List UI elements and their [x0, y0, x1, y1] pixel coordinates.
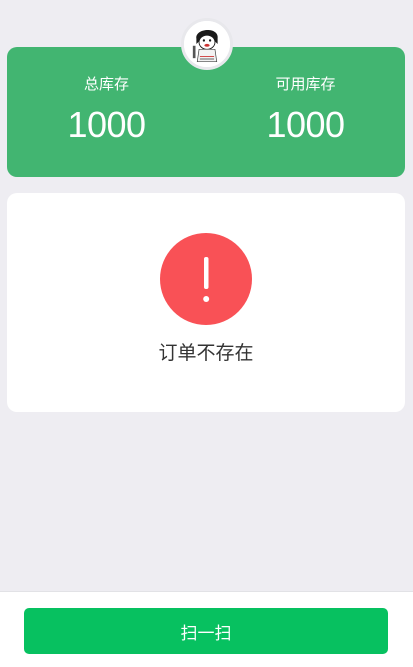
bottom-bar: 扫一扫 — [0, 591, 413, 667]
avatar-cartoon-icon — [184, 21, 230, 67]
result-message: 订单不存在 — [158, 342, 254, 364]
available-stock-value: 1000 — [266, 104, 345, 145]
order-page: 总库存 1000 可用库存 1000 订单不存在 扫一扫 — [0, 0, 413, 667]
result-card: 订单不存在 — [7, 193, 405, 412]
avatar[interactable] — [181, 18, 233, 70]
scan-button[interactable]: 扫一扫 — [24, 608, 388, 654]
available-stock: 可用库存 1000 — [206, 47, 405, 177]
total-stock: 总库存 1000 — [7, 47, 206, 177]
available-stock-label: 可用库存 — [275, 75, 336, 93]
total-stock-value: 1000 — [67, 104, 146, 145]
warning-badge — [160, 233, 252, 325]
exclamation-icon — [203, 257, 210, 302]
total-stock-label: 总库存 — [83, 75, 129, 93]
